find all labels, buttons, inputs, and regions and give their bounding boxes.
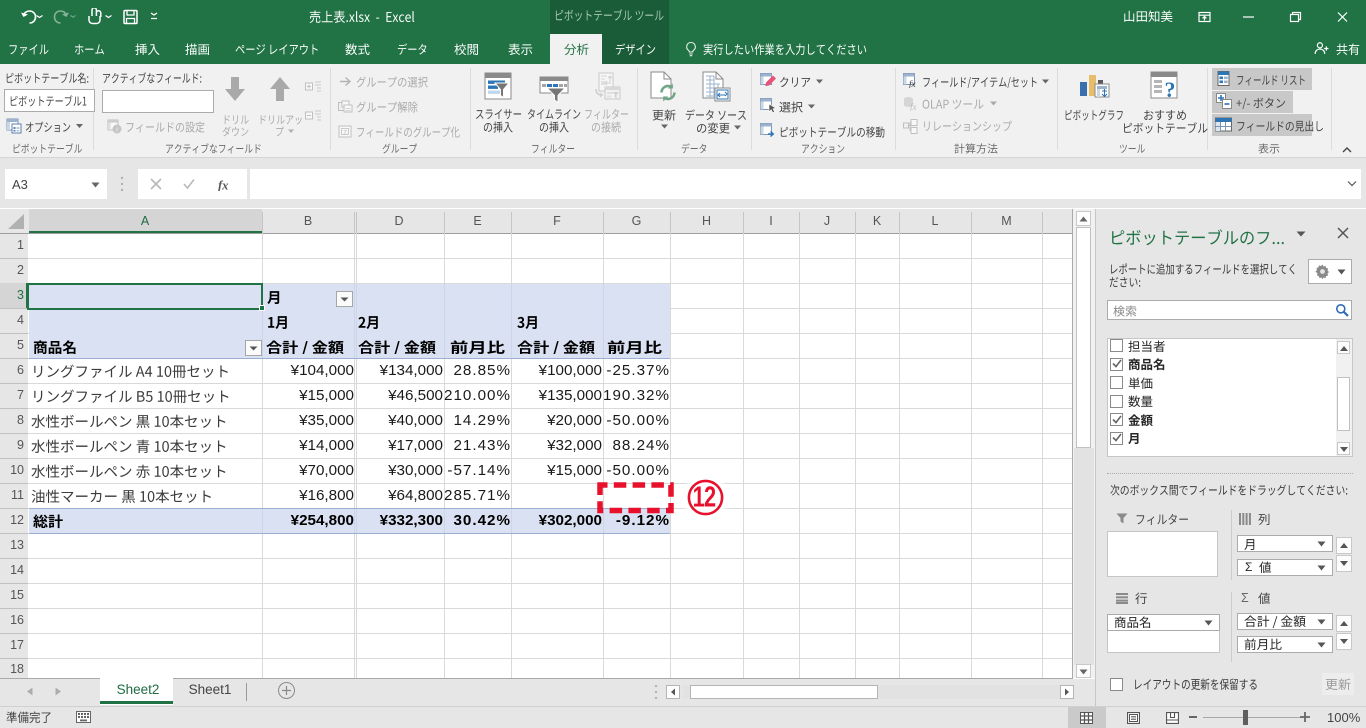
svg-text:fx: fx bbox=[218, 179, 228, 192]
svg-text:fx: fx bbox=[910, 102, 917, 111]
svg-text:7: 7 bbox=[343, 129, 347, 136]
svg-text:fx: fx bbox=[909, 79, 916, 88]
svg-text:?: ? bbox=[1165, 77, 1176, 102]
svg-text:i: i bbox=[116, 126, 118, 134]
